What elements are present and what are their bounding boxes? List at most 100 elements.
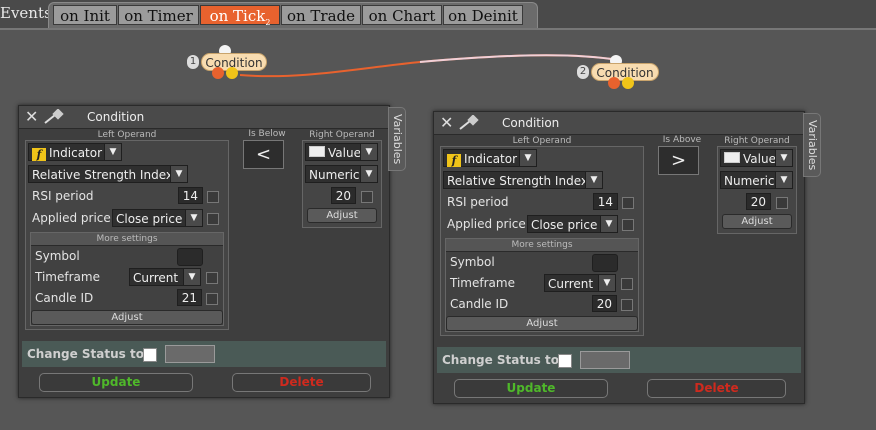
chevron-down-icon: ▼ — [600, 216, 617, 232]
change-status-select[interactable] — [580, 351, 630, 369]
condition-window-1: ✕ Condition Left Operand Is Below Right … — [18, 105, 390, 398]
function-icon: f — [447, 154, 461, 167]
more-settings-header[interactable]: More settings — [31, 233, 223, 246]
left-operand-panel: f Indicator ▼ Relative Strength Index ▼ RSI… — [440, 146, 644, 336]
window-titlebar[interactable]: ✕ Condition — [19, 106, 389, 129]
applied-price-checkbox[interactable] — [207, 213, 219, 225]
left-operand-label: Left Operand — [97, 130, 157, 140]
right-operand-type-select[interactable]: Value ▼ — [720, 149, 793, 167]
more-settings-panel: More settings Symbol Timeframe Current ▼ … — [30, 232, 224, 326]
node-output-port-true[interactable] — [622, 77, 634, 89]
symbol-label: Symbol — [35, 249, 80, 263]
timeframe-checkbox[interactable] — [206, 272, 218, 284]
applied-price-label: Applied price — [447, 217, 526, 231]
adjust-button[interactable]: Adjust — [31, 310, 223, 325]
candle-id-label: Candle ID — [450, 297, 509, 311]
right-value-input[interactable]: 20 — [746, 193, 771, 210]
applied-price-label: Applied price — [32, 211, 111, 225]
right-adjust-button[interactable]: Adjust — [307, 208, 377, 223]
comparator-label: Is Below — [248, 129, 286, 139]
comparator-button[interactable]: < — [243, 140, 284, 169]
comparator-button[interactable]: > — [658, 146, 699, 175]
change-status-checkbox[interactable] — [558, 354, 572, 368]
node-output-port-false[interactable] — [212, 67, 224, 79]
window-title: Condition — [87, 110, 145, 124]
timeframe-select[interactable]: Current ▼ — [129, 268, 201, 286]
change-status-row: Change Status to — [437, 347, 801, 373]
right-operand-label: Right Operand — [724, 136, 790, 146]
window-titlebar[interactable]: ✕ Condition — [434, 112, 804, 135]
close-icon[interactable]: ✕ — [440, 114, 453, 132]
rsi-period-input[interactable]: 14 — [593, 193, 618, 210]
timeframe-select[interactable]: Current ▼ — [544, 274, 616, 292]
pin-icon[interactable] — [458, 115, 480, 131]
condition-node-1[interactable]: 1 Condition — [187, 45, 267, 79]
change-status-checkbox[interactable] — [143, 348, 157, 362]
applied-price-select[interactable]: Close price ▼ — [112, 209, 203, 227]
left-operand-panel: f Indicator ▼ Relative Strength Index ▼ RSI… — [25, 140, 229, 330]
more-settings-header[interactable]: More settings — [446, 239, 638, 252]
change-status-label: Change Status to — [27, 347, 144, 361]
right-operand-panel: Value ▼ Numeric ▼ 20 Adjust — [717, 146, 797, 234]
chevron-down-icon: ▼ — [183, 269, 200, 285]
chevron-down-icon: ▼ — [104, 144, 121, 160]
function-icon: f — [32, 148, 46, 161]
adjust-button[interactable]: Adjust — [446, 316, 638, 331]
delete-button[interactable]: Delete — [647, 379, 786, 398]
rsi-period-checkbox[interactable] — [622, 197, 634, 209]
chevron-down-icon: ▼ — [775, 150, 792, 166]
node-output-port-true[interactable] — [226, 67, 238, 79]
symbol-input[interactable] — [592, 254, 618, 272]
candle-id-checkbox[interactable] — [206, 293, 218, 305]
variables-tab-2[interactable]: Variables — [803, 113, 821, 177]
rsi-period-label: RSI period — [447, 195, 509, 209]
chevron-down-icon: ▼ — [360, 144, 377, 160]
left-operand-type-select[interactable]: f Indicator ▼ — [443, 149, 537, 167]
right-operand-type-select[interactable]: Value ▼ — [305, 143, 378, 161]
window-title: Condition — [502, 116, 560, 130]
chevron-down-icon: ▼ — [360, 166, 377, 182]
left-operand-label: Left Operand — [512, 136, 572, 146]
change-status-label: Change Status to — [442, 353, 559, 367]
value-icon — [724, 152, 740, 163]
condition-node-2[interactable]: 2 Condition — [577, 55, 659, 89]
right-adjust-button[interactable]: Adjust — [722, 214, 792, 229]
change-status-select[interactable] — [165, 345, 215, 363]
change-status-row: Change Status to — [22, 341, 386, 367]
left-operand-type-select[interactable]: f Indicator ▼ — [28, 143, 122, 161]
symbol-label: Symbol — [450, 255, 495, 269]
node-output-port-false[interactable] — [608, 77, 620, 89]
symbol-input[interactable] — [177, 248, 203, 266]
update-button[interactable]: Update — [454, 379, 608, 398]
right-value-input[interactable]: 20 — [331, 187, 356, 204]
applied-price-checkbox[interactable] — [622, 219, 634, 231]
timeframe-label: Timeframe — [450, 276, 515, 290]
right-value-checkbox[interactable] — [776, 197, 788, 209]
candle-id-input[interactable]: 20 — [592, 295, 617, 312]
indicator-select[interactable]: Relative Strength Index ▼ — [28, 165, 188, 183]
update-button[interactable]: Update — [39, 373, 193, 392]
chevron-down-icon: ▼ — [585, 172, 602, 188]
chevron-down-icon: ▼ — [775, 172, 792, 188]
rsi-period-checkbox[interactable] — [207, 191, 219, 203]
applied-price-select[interactable]: Close price ▼ — [527, 215, 618, 233]
delete-button[interactable]: Delete — [232, 373, 371, 392]
indicator-select[interactable]: Relative Strength Index ▼ — [443, 171, 603, 189]
chevron-down-icon: ▼ — [598, 275, 615, 291]
right-value-checkbox[interactable] — [361, 191, 373, 203]
chevron-down-icon: ▼ — [185, 210, 202, 226]
close-icon[interactable]: ✕ — [25, 108, 38, 126]
candle-id-input[interactable]: 21 — [177, 289, 202, 306]
more-settings-panel: More settings Symbol Timeframe Current ▼ … — [445, 238, 639, 332]
candle-id-checkbox[interactable] — [621, 299, 633, 311]
timeframe-label: Timeframe — [35, 270, 100, 284]
variables-tab-1[interactable]: Variables — [388, 107, 406, 171]
node-number: 2 — [577, 65, 589, 79]
chevron-down-icon: ▼ — [519, 150, 536, 166]
timeframe-checkbox[interactable] — [621, 278, 633, 290]
right-operand-format-select[interactable]: Numeric ▼ — [305, 165, 378, 183]
rsi-period-label: RSI period — [32, 189, 94, 203]
rsi-period-input[interactable]: 14 — [178, 187, 203, 204]
right-operand-format-select[interactable]: Numeric ▼ — [720, 171, 793, 189]
pin-icon[interactable] — [43, 109, 65, 125]
